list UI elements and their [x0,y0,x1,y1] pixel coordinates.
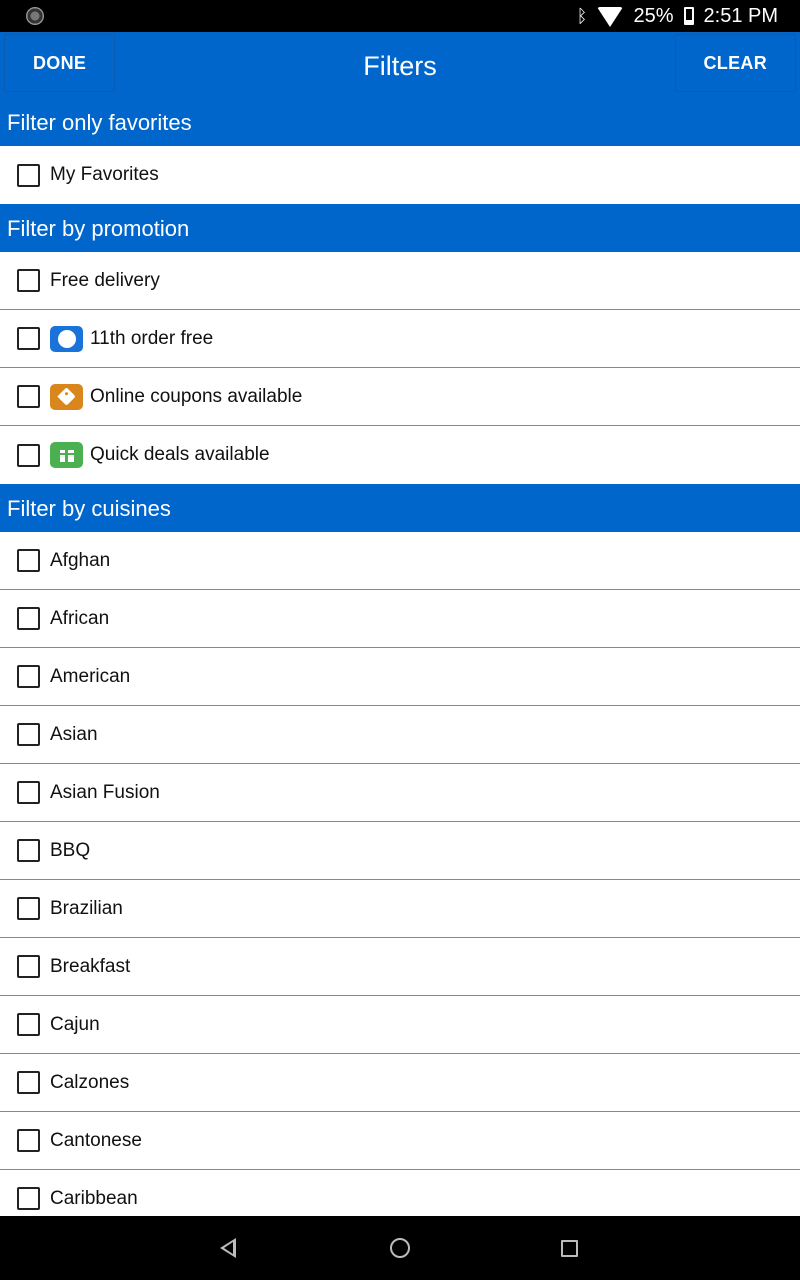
app-bar: Filters DONE CLEAR [0,32,800,98]
filter-row-online-coupons[interactable]: Online coupons available [0,368,800,426]
filter-row-cuisine[interactable]: Cantonese [0,1112,800,1170]
recent-apps-icon[interactable] [561,1240,578,1257]
checkbox[interactable] [17,327,40,350]
filter-row-cuisine[interactable]: Cajun [0,996,800,1054]
clock: 2:51 PM [703,4,778,27]
filter-label: Cantonese [50,1129,142,1151]
checkbox[interactable] [17,897,40,920]
filter-row-cuisine[interactable]: Breakfast [0,938,800,996]
filter-row-my-favorites[interactable]: My Favorites [0,146,800,204]
filter-row-cuisine[interactable]: BBQ [0,822,800,880]
checkbox[interactable] [17,385,40,408]
tag-icon [50,383,83,410]
filter-label: Free delivery [50,269,160,291]
filter-row-cuisine[interactable]: Asian [0,706,800,764]
checkbox[interactable] [17,607,40,630]
checkbox[interactable] [17,269,40,292]
checkbox[interactable] [17,781,40,804]
checkbox[interactable] [17,955,40,978]
filter-label: BBQ [50,839,91,861]
filter-label: 11th order free [90,327,214,349]
filter-row-cuisine[interactable]: Asian Fusion [0,764,800,822]
filter-row-free-delivery[interactable]: Free delivery [0,252,800,310]
filter-list: Filter only favorites My Favorites Filte… [0,98,800,1228]
filter-label: American [50,665,131,687]
checkbox[interactable] [17,443,40,467]
navigation-bar [0,1216,800,1280]
checkbox[interactable] [17,839,40,862]
badge-seal-icon [50,325,83,352]
filter-label: Breakfast [50,955,131,977]
filter-row-cuisine[interactable]: Afghan [0,532,800,590]
checkbox[interactable] [17,1129,40,1152]
gift-icon [50,442,83,468]
filter-row-cuisine[interactable]: Brazilian [0,880,800,938]
checkbox[interactable] [17,1013,40,1036]
camera-icon [26,7,44,25]
done-button[interactable]: DONE [4,34,116,92]
filter-label: Asian Fusion [50,781,160,803]
filter-row-cuisine[interactable]: African [0,590,800,648]
filter-label: African [50,607,110,629]
filter-label: Online coupons available [90,385,303,407]
checkbox[interactable] [17,1187,40,1210]
section-header-cuisines: Filter by cuisines [0,484,800,532]
checkbox[interactable] [17,723,40,746]
checkbox[interactable] [17,549,40,572]
status-bar: ᛒ 25% 2:51 PM [0,0,800,32]
battery-icon [683,7,694,25]
filter-label: Brazilian [50,897,123,919]
checkbox[interactable] [17,163,40,187]
filter-label: Caribbean [50,1187,138,1209]
battery-percent: 25% [633,4,674,27]
filter-label: Afghan [50,549,111,571]
section-header-favorites: Filter only favorites [0,98,800,146]
section-header-promotion: Filter by promotion [0,204,800,252]
wifi-icon [597,7,624,27]
filter-row-quick-deals[interactable]: Quick deals available [0,426,800,484]
bluetooth-icon: ᛒ [576,5,588,26]
checkbox[interactable] [17,1071,40,1094]
filter-label: My Favorites [50,164,159,185]
checkbox[interactable] [17,665,40,688]
filter-label: Asian [50,723,98,745]
home-icon[interactable] [390,1238,410,1258]
back-icon[interactable] [220,1238,236,1258]
clear-button[interactable]: CLEAR [674,34,796,92]
filter-row-11th-order-free[interactable]: 11th order free [0,310,800,368]
filter-label: Quick deals available [90,444,270,465]
filter-row-cuisine[interactable]: Calzones [0,1054,800,1112]
filter-label: Cajun [50,1013,100,1035]
filter-label: Calzones [50,1071,130,1093]
filter-row-cuisine[interactable]: American [0,648,800,706]
